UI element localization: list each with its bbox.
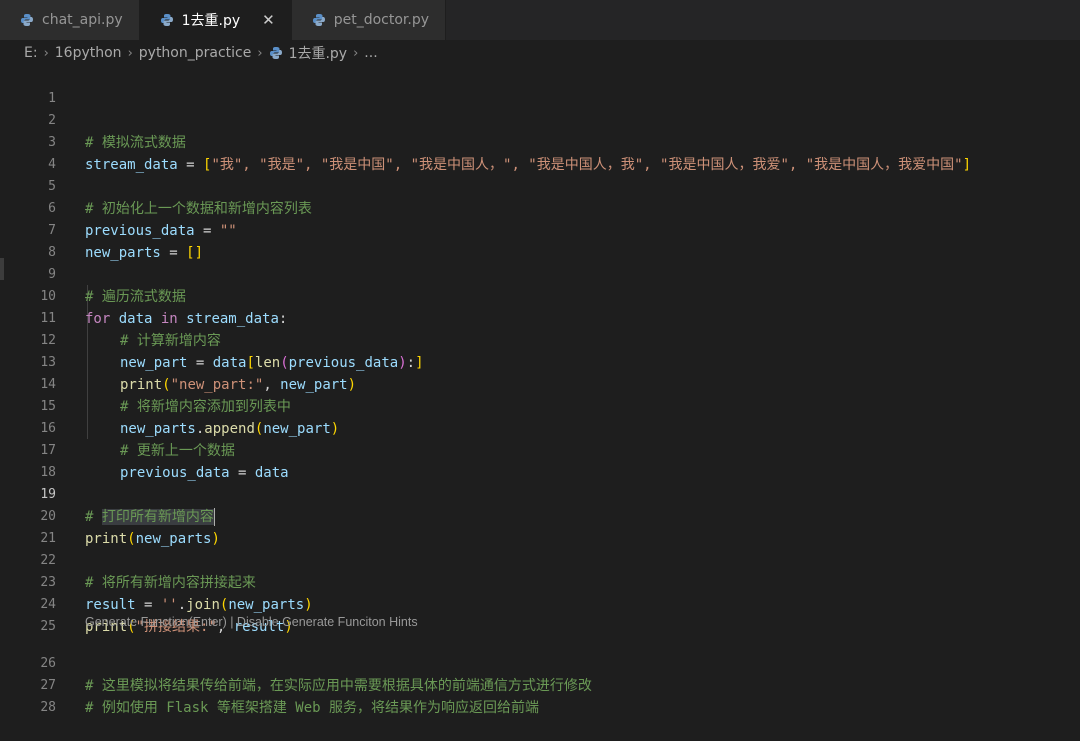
breadcrumb-item-drive[interactable]: E: [24,45,38,61]
code-line: 16 # 更新上一个数据 [0,396,1080,459]
tab-bar: chat_api.py 1去重.py ✕ pet_doctor.py [0,0,1080,40]
code-line: 10 for data in stream_data: [0,264,1080,327]
code-line: 21 [0,506,1080,546]
code-line: 1 [0,66,1080,106]
breadcrumb-item-file[interactable]: 1去重.py [289,43,348,63]
code-line: 14 # 将新增内容添加到列表中 [0,352,1080,415]
code-line-current: 19 # 打印所有新增内容 [0,462,1080,526]
chevron-right-icon: › [43,45,49,61]
tab-1quchong[interactable]: 1去重.py ✕ [139,0,292,40]
code-line: 15 new_parts.append(new_part) [0,374,1080,437]
code-line: 5 # 初始化上一个数据和新增内容列表 [0,154,1080,217]
breadcrumb-item-folder[interactable]: 16python [55,45,122,61]
code-line: 8 [0,220,1080,260]
code-line: 3 stream_data = ["我", "我是", "我是中国", "我是中… [0,110,1080,173]
code-comment: # 例如使用 Flask 等框架搭建 Web 服务，将结果作为响应返回给前端 [85,700,540,716]
code-line: 28 [0,675,1080,715]
code-line: 22 # 将所有新增内容拼接起来 [0,528,1080,591]
chevron-right-icon: › [127,45,133,61]
code-line: 24 print("拼接结果:", result) [0,572,1080,635]
code-line: 11 # 计算新增内容 [0,286,1080,349]
code-line: 6 previous_data = "" [0,176,1080,239]
code-line: 2 # 模拟流式数据 [0,88,1080,151]
tab-label: 1去重.py [181,13,241,29]
code-line: 9 # 遍历流式数据 [0,242,1080,305]
line-number: 28 [40,700,56,715]
code-editor[interactable]: 1 2 # 模拟流式数据 3 stream_data = ["我", "我是",… [0,66,1080,716]
tab-label: chat_api.py [42,12,123,28]
code-line: 26 # 这里模拟将结果传给前端，在实际应用中需要根据具体的前端通信方式进行修改 [0,631,1080,694]
code-line: 18 [0,440,1080,480]
code-line: 4 [0,132,1080,172]
code-line: 17 previous_data = data [0,418,1080,481]
breadcrumb: E: › 16python › python_practice › 1去重.py… [0,40,1080,66]
code-line: 23 result = ''.join(new_parts) [0,550,1080,613]
code-line: 20 print(new_parts) [0,484,1080,547]
code-line: 12 new_part = data[len(previous_data):] [0,308,1080,371]
chevron-right-icon: › [257,45,263,61]
code-line: 13 print("new_part:", new_part) [0,330,1080,393]
python-file-icon [312,13,326,27]
codelens-hint[interactable]: Generate Function(Enter) | Disable Gener… [85,612,418,632]
tab-chat-api[interactable]: chat_api.py [0,0,140,40]
close-icon[interactable]: ✕ [262,11,275,29]
breadcrumb-item-folder[interactable]: python_practice [139,45,252,61]
python-file-icon [269,46,283,60]
code-line: 27 # 例如使用 Flask 等框架搭建 Web 服务，将结果作为响应返回给前… [0,653,1080,716]
breadcrumb-item-symbol[interactable]: ... [364,45,377,61]
tab-bar-empty-space [446,0,1080,40]
chevron-right-icon: › [353,45,359,61]
python-file-icon [20,13,34,27]
python-file-icon [160,13,174,27]
tab-pet-doctor[interactable]: pet_doctor.py [291,0,447,40]
tab-label: pet_doctor.py [333,12,430,28]
code-line: 7 new_parts = [] [0,198,1080,261]
